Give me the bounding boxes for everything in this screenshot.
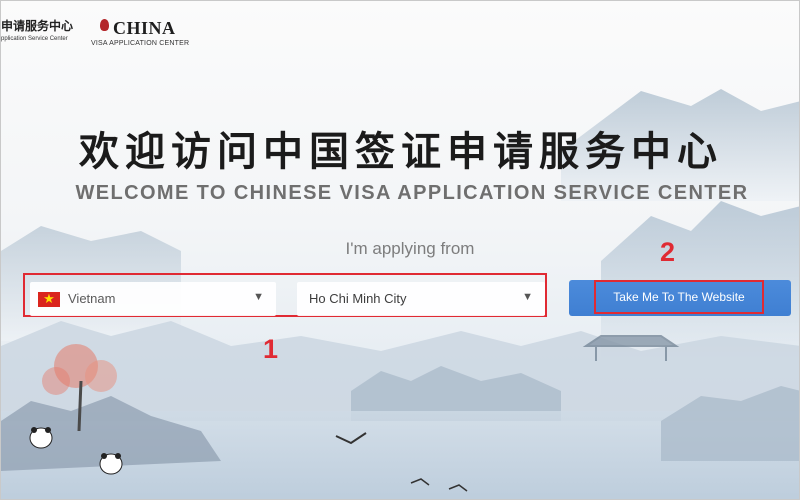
applying-from-label: I'm applying from [345, 239, 475, 258]
panda-2 [99, 453, 123, 475]
chevron-down-icon: ▼ [253, 291, 264, 303]
step-marker-2: 2 [660, 237, 676, 267]
logo-sub-text: VISA APPLICATION CENTER [91, 40, 190, 47]
city-select-value: Ho Chi Minh City [309, 291, 407, 306]
flag-star: ★ [43, 291, 55, 306]
logo-en-text: pplication Service Center [1, 36, 68, 42]
take-me-to-website-button[interactable]: Take Me To The Website [569, 280, 791, 316]
city-select[interactable]: Ho Chi Minh City ▼ [297, 282, 545, 316]
chevron-down-icon: ▼ [522, 291, 533, 303]
page-title-cn: 欢迎访问中国签证申请服务中心 [79, 128, 723, 175]
button-label: Take Me To The Website [613, 290, 745, 304]
country-select-value: Vietnam [68, 291, 116, 306]
page-title-en: WELCOME TO CHINESE VISA APPLICATION SERV… [75, 182, 749, 204]
china-emblem-icon [100, 19, 109, 31]
country-select[interactable]: ★ Vietnam ▼ [30, 282, 276, 316]
step-marker-1: 1 [263, 334, 279, 364]
logo-cn-text: 申请服务中心 [1, 19, 74, 33]
panda-1 [29, 427, 53, 449]
vietnam-flag-icon: ★ [38, 291, 60, 307]
location-select-group-highlight: ★ Vietnam ▼ Ho Chi Minh City ▼ [23, 273, 547, 317]
visa-center-logo-cn: 申请服务中心 pplication Service Center [1, 17, 81, 42]
visa-center-landing-page: 申请服务中心 pplication Service Center CHINA V… [0, 0, 800, 500]
logo-brand-text: CHINA [113, 18, 176, 38]
